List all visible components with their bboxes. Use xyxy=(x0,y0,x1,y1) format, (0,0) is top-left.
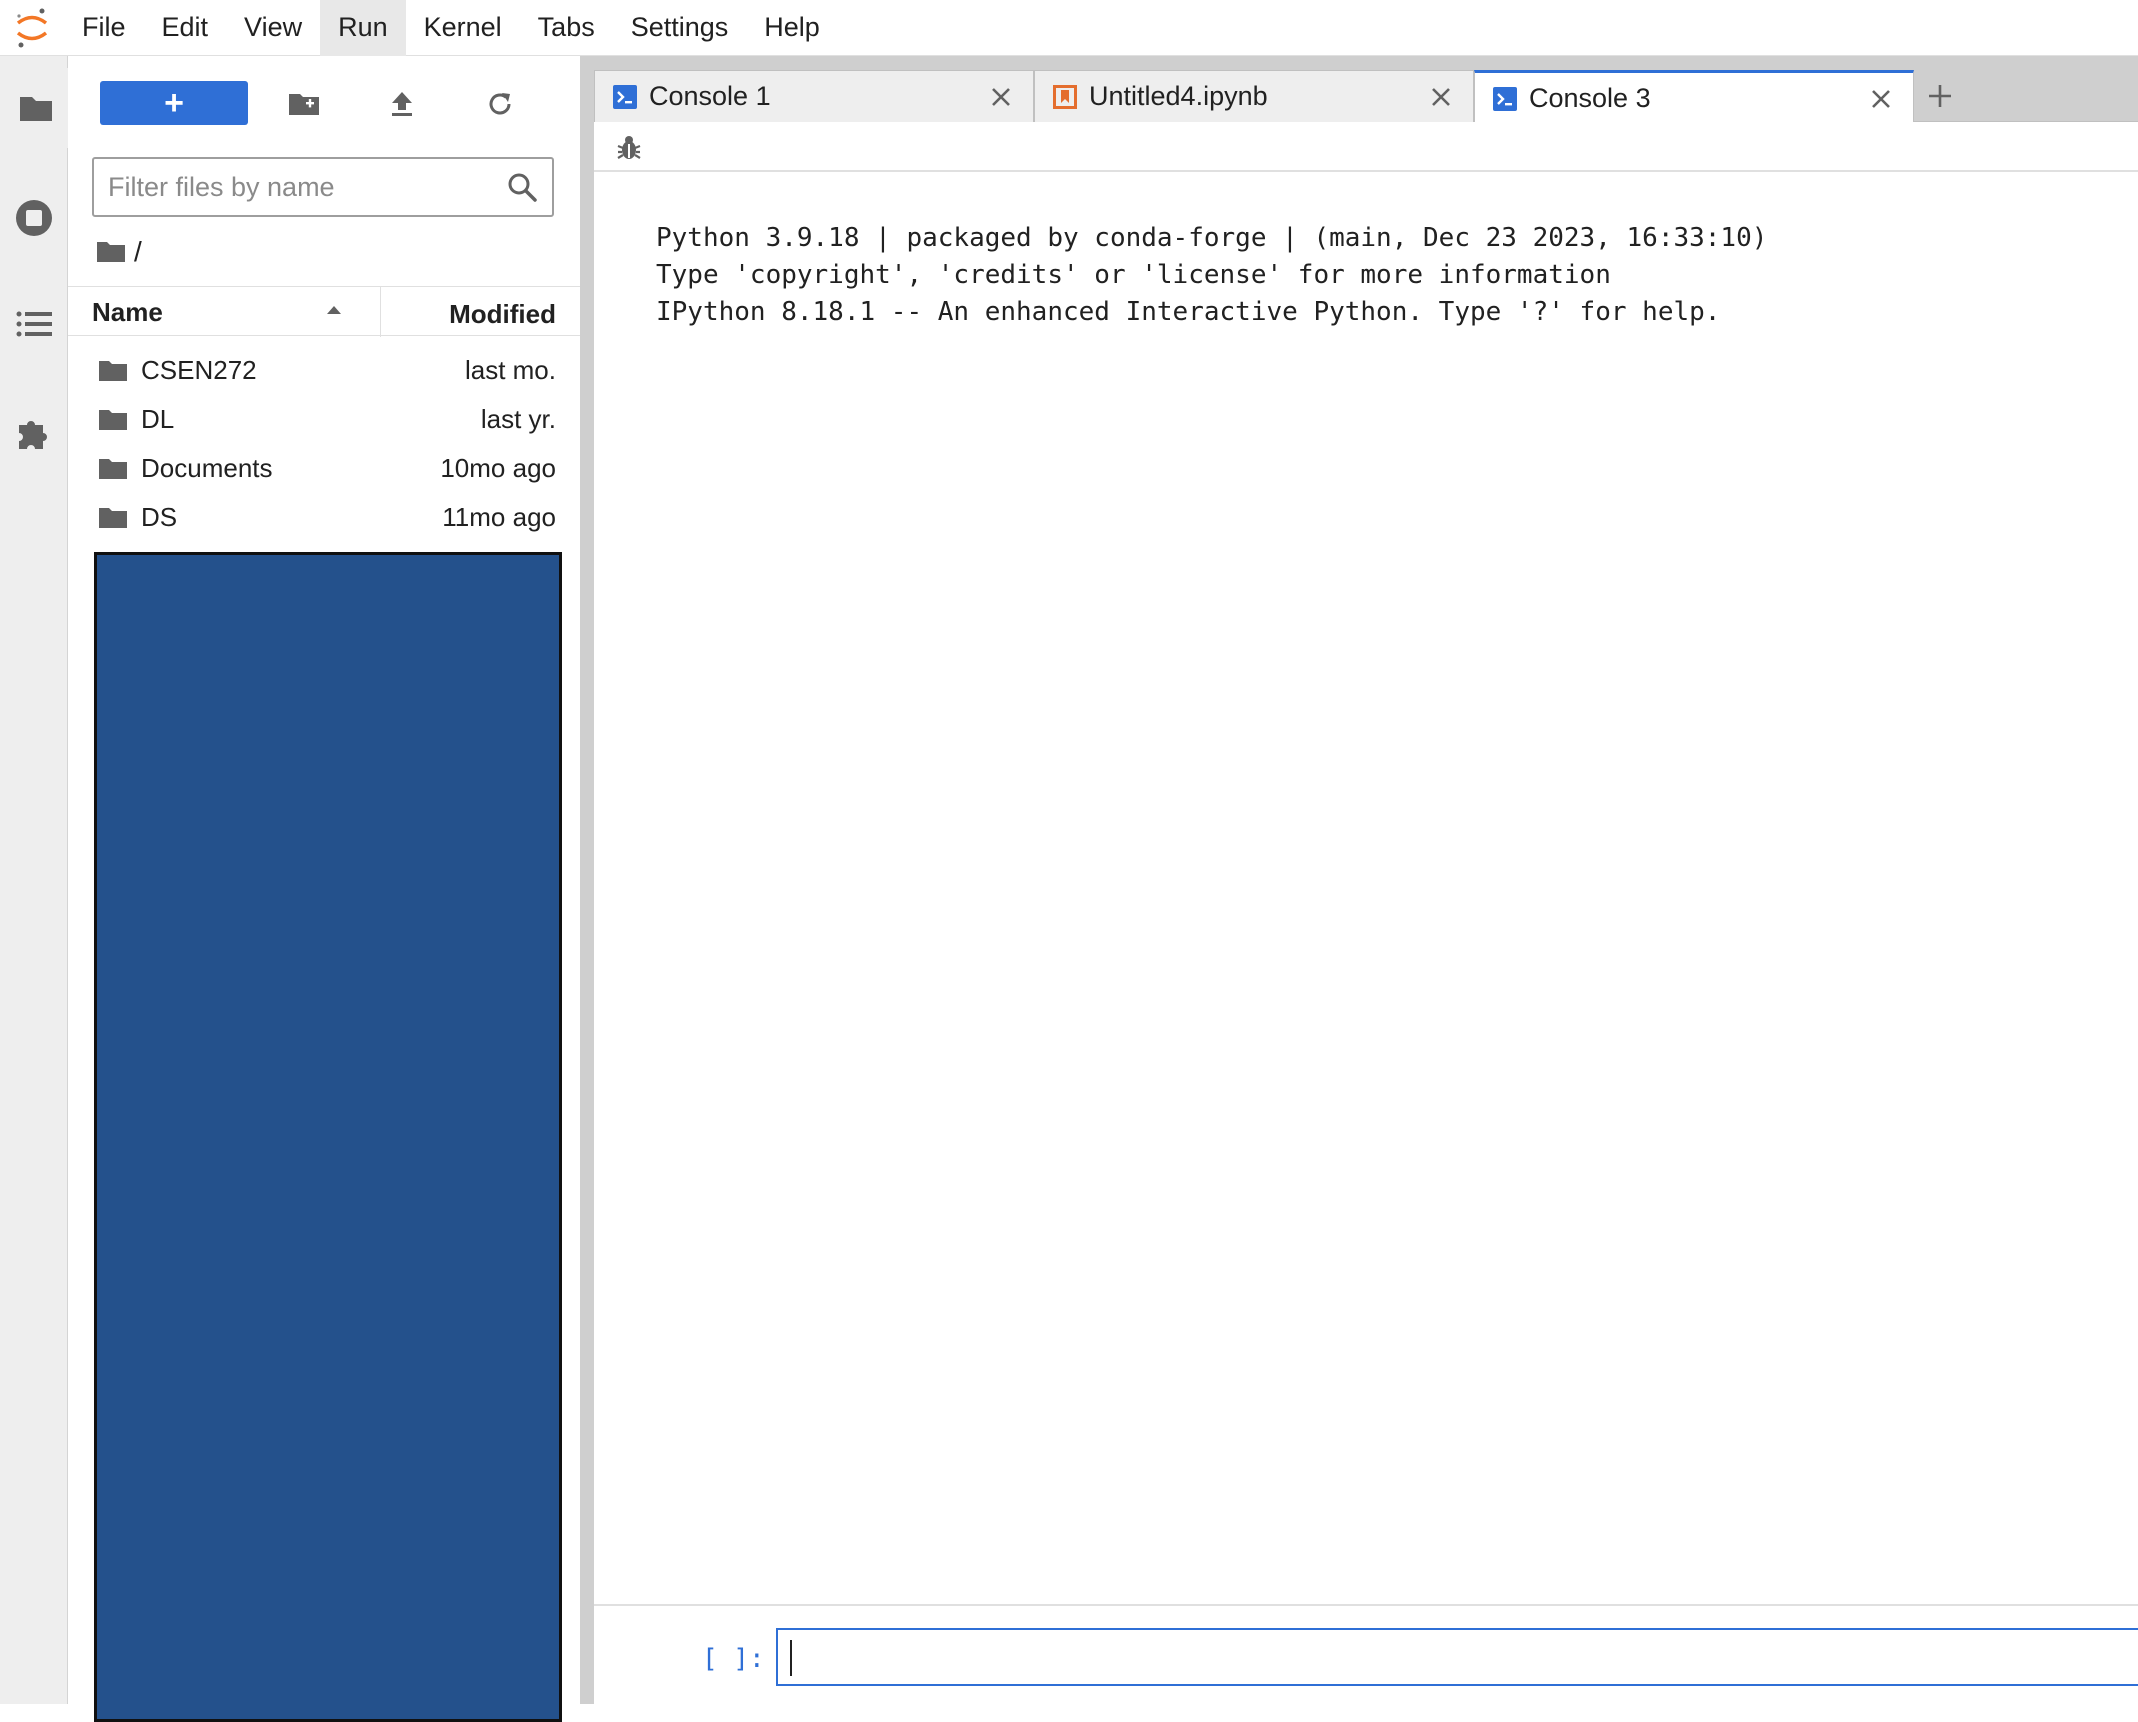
file-row-documents[interactable]: Documents 10mo ago xyxy=(68,444,580,493)
console-toolbar xyxy=(594,122,2138,172)
close-icon[interactable] xyxy=(1869,87,1893,111)
upload-icon xyxy=(392,92,412,116)
modified-column-header[interactable]: Modified xyxy=(449,299,556,330)
extension-manager-tab-button[interactable] xyxy=(0,392,68,472)
tab-label: Untitled4.ipynb xyxy=(1089,81,1268,111)
new-launcher-button[interactable]: + xyxy=(100,81,248,125)
refresh-button[interactable] xyxy=(478,84,522,124)
file-modified: 11mo ago xyxy=(442,502,556,532)
filter-files-field[interactable] xyxy=(92,157,554,217)
folder-icon xyxy=(99,459,127,479)
left-activity-bar xyxy=(0,56,68,1704)
tab-label: Console 3 xyxy=(1529,83,1651,113)
menu-file[interactable]: File xyxy=(64,0,144,56)
main-dock-area: Console 1 Untitled4.ipynb Console 3 Pyth… xyxy=(594,56,2138,1704)
notebook-icon xyxy=(1053,85,1077,109)
document-tab-bar: Console 1 Untitled4.ipynb Console 3 xyxy=(594,56,2138,123)
folder-icon[interactable] xyxy=(96,240,126,264)
new-folder-button[interactable] xyxy=(282,84,326,124)
breadcrumb-root[interactable]: / xyxy=(134,236,142,268)
new-folder-icon xyxy=(289,94,319,115)
file-name: CSEN272 xyxy=(141,355,257,385)
menu-settings[interactable]: Settings xyxy=(613,0,747,56)
folder-icon xyxy=(99,410,127,430)
running-sessions-tab-button[interactable] xyxy=(0,178,68,258)
file-modified: last mo. xyxy=(464,355,556,385)
input-prompt: [ ]: xyxy=(702,1644,765,1674)
menu-tabs[interactable]: Tabs xyxy=(520,0,613,56)
file-name: DS xyxy=(141,502,178,532)
file-listing-header: Name Modified xyxy=(68,286,580,337)
upload-button[interactable] xyxy=(380,84,424,124)
name-column-header[interactable]: Name xyxy=(92,297,163,328)
tab-console-1[interactable]: Console 1 xyxy=(594,70,1034,122)
file-row-csen272[interactable]: CSEN272 last mo. xyxy=(68,346,580,395)
file-browser-tab-button[interactable] xyxy=(0,68,68,148)
filter-files-input[interactable] xyxy=(108,169,488,205)
menu-bar: File Edit View Run Kernel Tabs Settings … xyxy=(0,0,2138,56)
redacted-region xyxy=(94,552,562,1722)
folder-icon xyxy=(19,97,52,121)
text-cursor xyxy=(790,1640,792,1676)
menu-help[interactable]: Help xyxy=(746,0,838,56)
tab-untitled4-ipynb[interactable]: Untitled4.ipynb xyxy=(1034,70,1474,122)
folder-icon xyxy=(99,508,127,528)
console-input[interactable] xyxy=(776,1628,2138,1686)
breadcrumb: / xyxy=(96,234,142,270)
search-icon xyxy=(508,173,537,202)
tab-console-3[interactable]: Console 3 xyxy=(1474,70,1914,123)
plus-icon xyxy=(1929,85,1951,107)
menu-run[interactable]: Run xyxy=(320,0,406,56)
toc-icon xyxy=(16,311,52,337)
file-list: CSEN272 last mo. DL last yr. Documents 1… xyxy=(68,346,580,542)
close-icon[interactable] xyxy=(989,85,1013,109)
folder-icon xyxy=(99,361,127,381)
console-prompt-area: [ ]: xyxy=(594,1604,2138,1704)
refresh-icon xyxy=(489,93,511,115)
output-line: IPython 8.18.1 -- An enhanced Interactiv… xyxy=(656,297,1721,327)
close-icon[interactable] xyxy=(1429,85,1453,109)
jupyter-logo-icon xyxy=(0,0,64,56)
file-row-ds[interactable]: DS 11mo ago xyxy=(68,493,580,542)
menu-view[interactable]: View xyxy=(226,0,320,56)
tab-label: Console 1 xyxy=(649,81,771,111)
column-divider[interactable] xyxy=(380,287,381,337)
menu-edit[interactable]: Edit xyxy=(144,0,227,56)
output-line: Python 3.9.18 | packaged by conda-forge … xyxy=(656,223,1768,253)
extension-icon xyxy=(19,421,47,449)
table-of-contents-tab-button[interactable] xyxy=(0,284,68,364)
running-icon xyxy=(16,200,52,236)
file-name: DL xyxy=(141,404,175,434)
menu-kernel[interactable]: Kernel xyxy=(406,0,520,56)
bug-icon[interactable] xyxy=(616,134,642,162)
console-icon xyxy=(613,85,637,109)
panel-splitter[interactable] xyxy=(580,56,594,1704)
console-icon xyxy=(1493,87,1517,111)
jupyterlab-window: File Edit View Run Kernel Tabs Settings … xyxy=(0,0,2138,1722)
file-browser-toolbar: + xyxy=(68,56,580,152)
sort-ascending-icon[interactable] xyxy=(326,305,342,315)
file-row-dl[interactable]: DL last yr. xyxy=(68,395,580,444)
file-modified: last yr. xyxy=(480,404,556,434)
file-browser-panel: + Filter files by name / Name Modified C… xyxy=(68,56,580,1722)
file-name: Documents xyxy=(141,453,273,483)
output-line: Type 'copyright', 'credits' or 'license'… xyxy=(656,260,1611,290)
console-output: Python 3.9.18 | packaged by conda-forge … xyxy=(656,220,1767,331)
file-modified: 10mo ago xyxy=(440,453,556,483)
new-tab-button[interactable] xyxy=(1916,72,1964,120)
